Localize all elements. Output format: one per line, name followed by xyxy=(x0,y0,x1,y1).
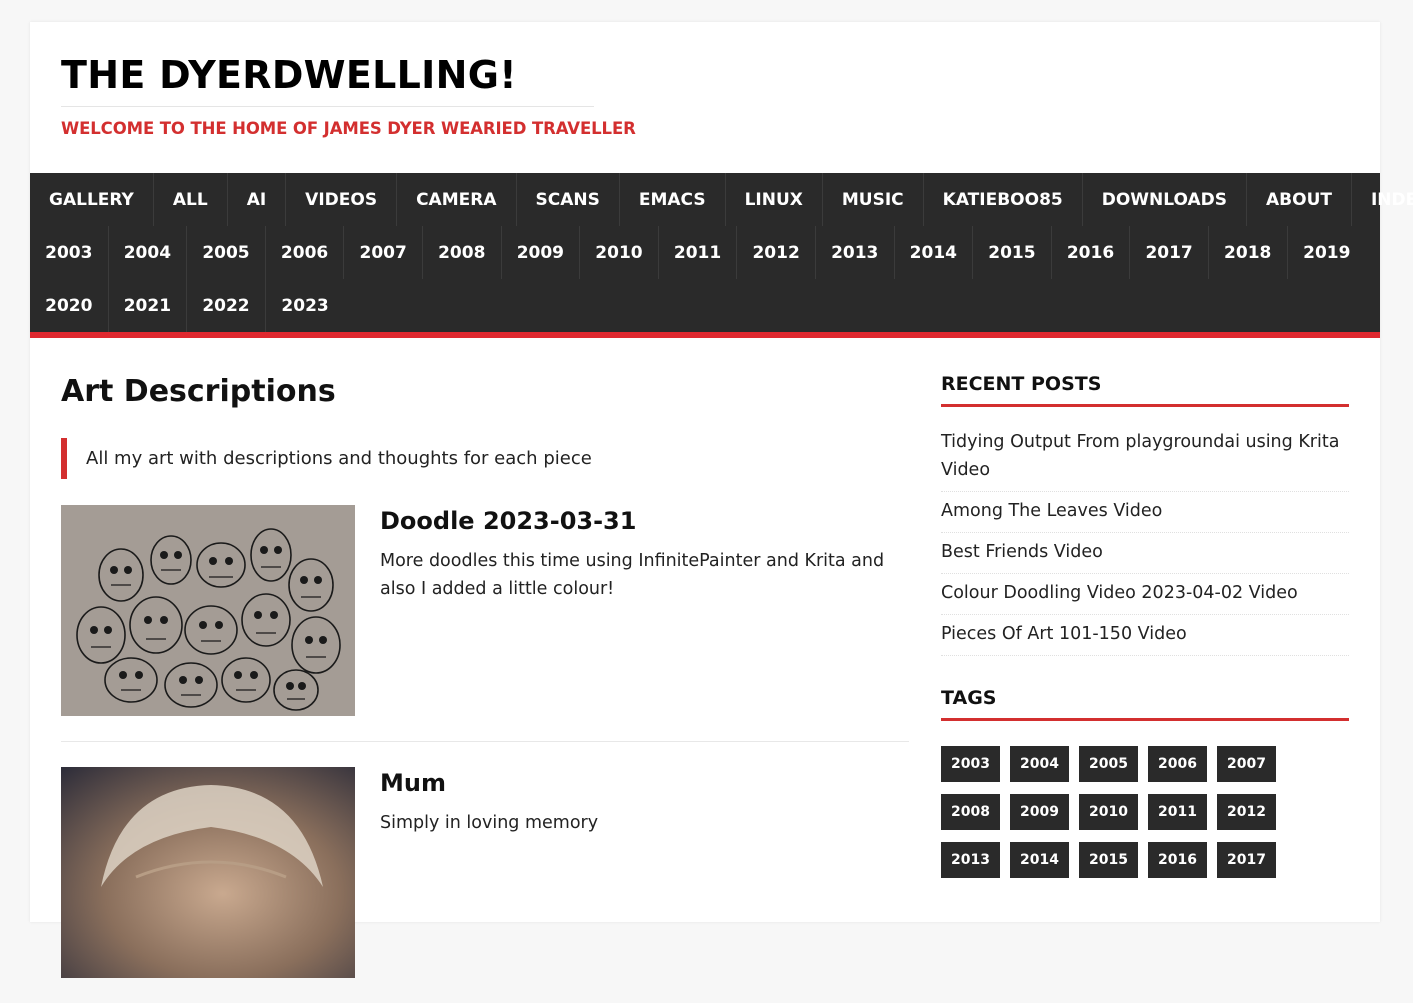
nav-row: 2003 2004 2005 2006 2007 2008 2009 2010 2011 2012… xyxy=(30,226,1380,279)
tag-2003[interactable]: 2003 xyxy=(941,746,1000,782)
nav-item-music[interactable]: MUSIC xyxy=(823,173,924,226)
tag-cloud: 2003 2004 2005 2006 2007 2008 2009 2010 2011 2012… xyxy=(941,746,1286,878)
nav-year-2015[interactable]: 2015 xyxy=(973,226,1052,279)
nav-year-2023[interactable]: 2023 xyxy=(266,279,345,332)
nav-year-2010[interactable]: 2010 xyxy=(580,226,659,279)
post-item: Doodle 2023-03-31 More doodles this time… xyxy=(61,505,909,742)
tag-2004[interactable]: 2004 xyxy=(1010,746,1069,782)
nav-item-scans[interactable]: SCANS xyxy=(517,173,620,226)
recent-post-link[interactable]: Best Friends Video xyxy=(941,533,1349,574)
nav-year-2016[interactable]: 2016 xyxy=(1052,226,1131,279)
nav-year-2021[interactable]: 2021 xyxy=(109,279,188,332)
nav-year-2018[interactable]: 2018 xyxy=(1209,226,1288,279)
post-title[interactable]: Doodle 2023-03-31 xyxy=(380,505,909,537)
tag-2010[interactable]: 2010 xyxy=(1079,794,1138,830)
tag-2009[interactable]: 2009 xyxy=(1010,794,1069,830)
post-excerpt: More doodles this time using InfinitePai… xyxy=(380,551,885,599)
tags-title: TAGS xyxy=(941,686,1349,721)
tag-2007[interactable]: 2007 xyxy=(1217,746,1276,782)
tag-2013[interactable]: 2013 xyxy=(941,842,1000,878)
nav-item-emacs[interactable]: EMACS xyxy=(620,173,726,226)
page-container: THE DYERDWELLING! WELCOME TO THE HOME OF… xyxy=(30,22,1413,978)
nav-year-2014[interactable]: 2014 xyxy=(895,226,974,279)
tag-2005[interactable]: 2005 xyxy=(1079,746,1138,782)
recent-post-link[interactable]: Pieces Of Art 101-150 Video xyxy=(941,615,1349,656)
main-column: Art Descriptions All my art with descrip… xyxy=(61,372,909,1003)
post-excerpt: Simply in loving memory xyxy=(380,813,599,833)
nav-item-about[interactable]: ABOUT xyxy=(1247,173,1352,226)
content-area: Art Descriptions All my art with descrip… xyxy=(30,338,1380,1003)
nav-item-katieboo85[interactable]: KATIEBOO85 xyxy=(924,173,1083,226)
nav-item-camera[interactable]: CAMERA xyxy=(397,173,517,226)
recent-posts-list: Tidying Output From playgroundai using K… xyxy=(941,423,1349,656)
tag-2016[interactable]: 2016 xyxy=(1148,842,1207,878)
tag-2017[interactable]: 2017 xyxy=(1217,842,1276,878)
nav-item-all[interactable]: ALL xyxy=(154,173,228,226)
nav-item-videos[interactable]: VIDEOS xyxy=(286,173,398,226)
title-divider xyxy=(61,106,594,107)
nav-year-2005[interactable]: 2005 xyxy=(187,226,266,279)
site-header: THE DYERDWELLING! WELCOME TO THE HOME OF… xyxy=(30,22,1380,173)
post-body: Doodle 2023-03-31 More doodles this time… xyxy=(355,505,909,716)
post-title[interactable]: Mum xyxy=(380,767,598,799)
tag-2014[interactable]: 2014 xyxy=(1010,842,1069,878)
tag-2008[interactable]: 2008 xyxy=(941,794,1000,830)
nav-item-ai[interactable]: AI xyxy=(228,173,287,226)
nav-year-2006[interactable]: 2006 xyxy=(266,226,345,279)
nav-year-2019[interactable]: 2019 xyxy=(1288,226,1367,279)
post-thumbnail-doodle[interactable] xyxy=(61,505,355,716)
main-navigation: GALLERY ALL AI VIDEOS CAMERA SCANS EMACS LINUX M… xyxy=(30,173,1413,338)
nav-year-2022[interactable]: 2022 xyxy=(187,279,266,332)
page-title: Art Descriptions xyxy=(61,374,336,409)
nav-year-2003[interactable]: 2003 xyxy=(30,226,109,279)
post-body: Mum Simply in loving memory xyxy=(355,767,598,978)
post-thumbnail-mum[interactable] xyxy=(61,767,355,978)
tag-2012[interactable]: 2012 xyxy=(1217,794,1276,830)
nav-year-2009[interactable]: 2009 xyxy=(502,226,581,279)
nav-year-2012[interactable]: 2012 xyxy=(737,226,816,279)
nav-year-2004[interactable]: 2004 xyxy=(109,226,188,279)
recent-post-link[interactable]: Tidying Output From playgroundai using K… xyxy=(941,423,1349,492)
page-description: All my art with descriptions and thought… xyxy=(61,438,909,479)
recent-post-link[interactable]: Colour Doodling Video 2023-04-02 Video xyxy=(941,574,1349,615)
nav-item-gallery[interactable]: GALLERY xyxy=(30,173,154,226)
sidebar: RECENT POSTS Tidying Output From playgro… xyxy=(941,372,1349,1003)
nav-item-linux[interactable]: LINUX xyxy=(726,173,823,226)
nav-item-downloads[interactable]: DOWNLOADS xyxy=(1083,173,1248,226)
post-item: Mum Simply in loving memory xyxy=(61,767,909,1003)
nav-row: 2020 2021 2022 2023 xyxy=(30,279,1380,332)
nav-year-2017[interactable]: 2017 xyxy=(1130,226,1209,279)
nav-item-index[interactable]: INDEX xyxy=(1352,173,1413,226)
site-tagline: WELCOME TO THE HOME OF JAMES DYER WEARIE… xyxy=(61,119,636,138)
recent-posts-title: RECENT POSTS xyxy=(941,372,1349,407)
site-title[interactable]: THE DYERDWELLING! xyxy=(61,50,1349,100)
nav-year-2008[interactable]: 2008 xyxy=(423,226,502,279)
nav-year-2013[interactable]: 2013 xyxy=(816,226,895,279)
tag-2015[interactable]: 2015 xyxy=(1079,842,1138,878)
nav-year-2020[interactable]: 2020 xyxy=(30,279,109,332)
tag-2006[interactable]: 2006 xyxy=(1148,746,1207,782)
recent-post-link[interactable]: Among The Leaves Video xyxy=(941,492,1349,533)
nav-row: GALLERY ALL AI VIDEOS CAMERA SCANS EMACS LINUX M… xyxy=(30,173,1413,226)
tag-2011[interactable]: 2011 xyxy=(1148,794,1207,830)
nav-year-2011[interactable]: 2011 xyxy=(659,226,738,279)
nav-year-2007[interactable]: 2007 xyxy=(344,226,423,279)
